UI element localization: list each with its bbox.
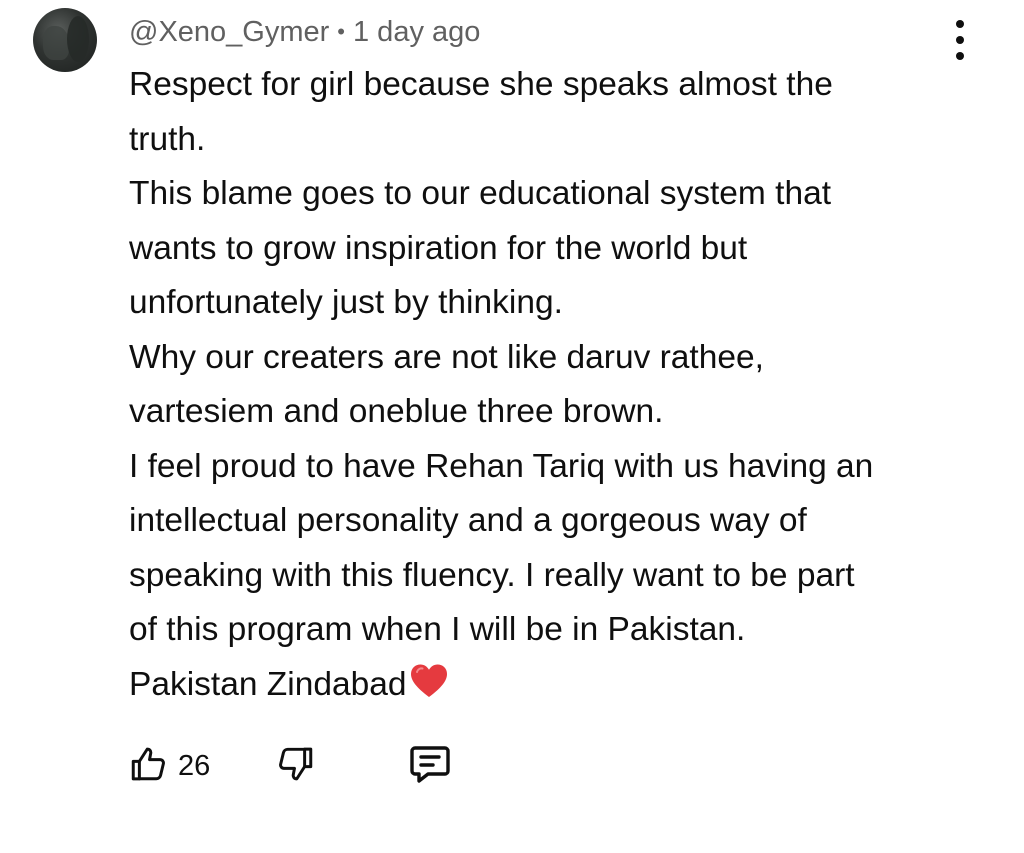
comment-actions: 26 bbox=[0, 740, 1024, 792]
more-vertical-icon bbox=[956, 20, 964, 28]
like-count: 26 bbox=[178, 749, 211, 782]
comment-line-last: Pakistan Zindabad bbox=[129, 658, 989, 717]
thumbs-down-icon bbox=[274, 743, 316, 790]
comment-line: Why our creaters are not like daruv rath… bbox=[129, 338, 764, 376]
comment-icon bbox=[406, 740, 454, 793]
more-vertical-icon-dot bbox=[956, 36, 964, 44]
more-options-button[interactable] bbox=[946, 20, 974, 60]
avatar[interactable] bbox=[33, 8, 97, 72]
comment-line: wants to grow inspiration for the world … bbox=[129, 229, 748, 267]
thumbs-up-icon bbox=[128, 743, 170, 790]
reply-button[interactable] bbox=[406, 740, 454, 792]
comment-line: unfortunately just by thinking. bbox=[129, 284, 563, 321]
red-heart-icon bbox=[409, 662, 449, 717]
comment-line: vartesiem and oneblue three brown. bbox=[129, 393, 664, 430]
author-name[interactable]: @Xeno_Gymer bbox=[129, 16, 329, 49]
comment-timestamp[interactable]: 1 day ago bbox=[353, 16, 480, 49]
comment-line-text: Pakistan Zindabad bbox=[129, 665, 407, 703]
comment-line: truth. bbox=[129, 120, 206, 158]
comment-line: of this program when I will be in Pakist… bbox=[129, 611, 746, 648]
dislike-button[interactable] bbox=[274, 740, 316, 792]
comment-line: This blame goes to our educational syste… bbox=[129, 175, 832, 212]
comment-header: @Xeno_Gymer • 1 day ago bbox=[129, 12, 480, 52]
comment-line: speaking with this fluency. I really wan… bbox=[129, 556, 855, 594]
like-button[interactable]: 26 bbox=[128, 740, 210, 792]
comment-text: Respect for girl because she speaks almo… bbox=[129, 58, 989, 716]
meta-separator: • bbox=[337, 19, 345, 44]
comment-line: Respect for girl because she speaks almo… bbox=[129, 66, 833, 103]
comment-line: intellectual personality and a gorgeous … bbox=[129, 502, 807, 539]
comment-line: I feel proud to have Rehan Tariq with us… bbox=[129, 447, 874, 485]
